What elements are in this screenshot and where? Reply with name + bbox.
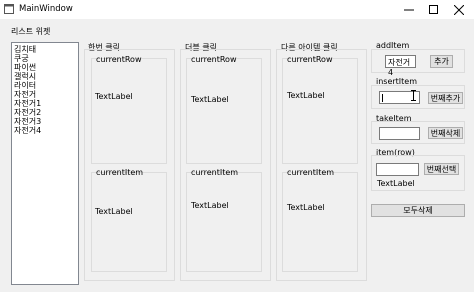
text-cursor	[382, 94, 383, 102]
current-row-value: TextLabel	[95, 92, 133, 101]
app-icon	[4, 4, 14, 14]
clear-all-button[interactable]: 모두삭제	[371, 204, 465, 217]
window-title: MainWindow	[19, 4, 73, 14]
current-row-label: currentRow	[191, 55, 237, 64]
main-window: MainWindow 리스트 위젯 김치태 쿠궁 파이썬 갤럭시 라이터 자전거…	[0, 0, 474, 292]
double-click-item-box	[186, 172, 262, 272]
minimize-icon	[404, 9, 414, 10]
current-item-label: currentItem	[96, 168, 144, 177]
current-row-value: TextLabel	[287, 91, 325, 100]
double-click-row-box	[186, 58, 262, 164]
list-item[interactable]: 파이썬	[14, 63, 36, 72]
single-click-row-box	[91, 58, 167, 164]
list-item[interactable]: 라이터	[14, 81, 36, 90]
list-item[interactable]: 자전거1	[14, 99, 41, 108]
maximize-icon	[429, 4, 438, 14]
add-item-input[interactable]: 자전거4	[385, 55, 416, 77]
close-icon	[454, 4, 464, 15]
current-item-value: TextLabel	[95, 207, 133, 216]
list-item[interactable]: 자전거4	[14, 126, 41, 135]
item-row-result: TextLabel	[377, 179, 415, 188]
take-item-input[interactable]	[379, 127, 420, 140]
list-item[interactable]: 자전거	[14, 90, 36, 99]
item-row-input[interactable]	[376, 163, 419, 176]
add-button[interactable]: 추가	[430, 55, 453, 68]
list-item[interactable]: 자전거3	[14, 117, 41, 126]
list-widget[interactable]: 김치태 쿠궁 파이썬 갤럭시 라이터 자전거 자전거1 자전거2 자전거3 자전…	[11, 42, 79, 285]
list-item[interactable]: 자전거2	[14, 108, 41, 117]
current-item-label: currentItem	[191, 168, 239, 177]
current-row-label: currentRow	[96, 55, 142, 64]
title-bar: MainWindow	[0, 0, 474, 19]
list-item[interactable]: 쿠궁	[14, 54, 29, 63]
list-item[interactable]: 김치태	[14, 45, 36, 54]
add-item-input-value: 자전거4	[388, 58, 411, 77]
single-click-item-box	[91, 172, 167, 272]
select-button[interactable]: 번째선택	[424, 163, 459, 175]
insert-button[interactable]: 번째추가	[428, 92, 463, 104]
current-row-value: TextLabel	[191, 95, 229, 104]
current-row-label: currentRow	[287, 55, 333, 64]
take-button[interactable]: 번째삭제	[428, 127, 463, 139]
current-item-value: TextLabel	[191, 201, 229, 210]
close-button[interactable]	[444, 0, 474, 19]
other-item-click-item-box	[282, 172, 358, 272]
i-beam-cursor-icon	[411, 90, 416, 101]
list-title: 리스트 위젯	[11, 27, 51, 36]
other-item-click-row-box	[282, 58, 358, 164]
current-item-label: currentItem	[287, 168, 335, 177]
list-item[interactable]: 갤럭시	[14, 72, 36, 81]
current-item-value: TextLabel	[287, 203, 325, 212]
